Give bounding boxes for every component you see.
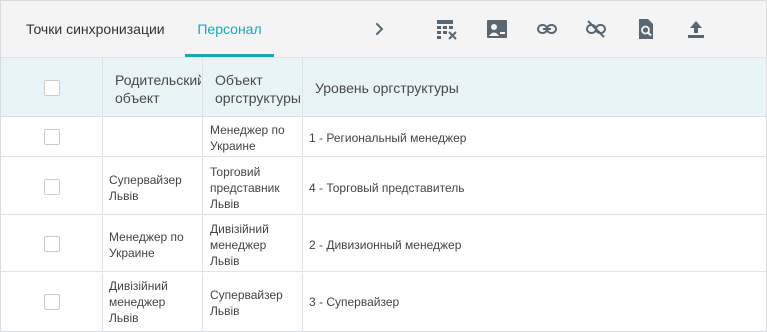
column-divider (102, 216, 103, 272)
cell-org-level: 3 - Супервайзер (309, 295, 400, 309)
table-header: Родительский объект Объект оргструктуры … (1, 58, 766, 117)
personnel-panel: Точки синхронизации Персонал Родительски… (0, 0, 767, 332)
document-search-icon[interactable] (635, 18, 657, 40)
cell-org-object: Супервайзер Львів (210, 288, 283, 318)
column-divider (202, 158, 203, 215)
column-divider (202, 117, 203, 157)
header-parent-object[interactable]: Родительский объект (115, 71, 201, 107)
cell-parent-object: Супервайзер Львів (109, 173, 182, 203)
column-divider (202, 216, 203, 272)
column-divider (302, 58, 303, 117)
column-divider (202, 58, 203, 117)
table-row[interactable]: Менеджер по Украине Дивізійний менеджер … (1, 216, 766, 272)
user-card-icon[interactable] (486, 18, 508, 40)
link-icon[interactable] (536, 18, 558, 40)
header-org-object[interactable]: Объект оргструктуры (215, 71, 301, 107)
unlink-icon[interactable] (585, 18, 607, 40)
cell-org-level: 2 - Дивизионный менеджер (309, 238, 462, 252)
cell-org-object: Менеджер по Украине (210, 123, 285, 153)
row-checkbox[interactable] (44, 236, 60, 252)
cell-org-level: 4 - Торговый представитель (309, 181, 465, 195)
row-checkbox[interactable] (44, 129, 60, 145)
column-divider (102, 117, 103, 157)
column-divider (302, 273, 303, 331)
row-checkbox[interactable] (44, 179, 60, 195)
cell-org-object: Торговий представник Львів (210, 165, 280, 211)
cell-parent-object: Дивізійний менеджер Львів (109, 279, 168, 325)
tab-sync-points[interactable]: Точки синхронизации (26, 1, 165, 58)
column-divider (302, 158, 303, 215)
upload-icon[interactable] (685, 18, 707, 40)
column-divider (102, 273, 103, 331)
tab-personnel[interactable]: Персонал (185, 1, 274, 58)
table-remove-icon[interactable] (436, 18, 458, 40)
table-row[interactable]: Менеджер по Украине 1 - Региональный мен… (1, 117, 766, 157)
cell-parent-object: Менеджер по Украине (109, 230, 184, 260)
column-divider (102, 158, 103, 215)
column-divider (302, 117, 303, 157)
table-row[interactable]: Супервайзер Львів Торговий представник Л… (1, 158, 766, 215)
cell-org-object: Дивізійний менеджер Львів (210, 222, 269, 268)
column-divider (102, 58, 103, 117)
header-org-level[interactable]: Уровень оргструктуры (315, 79, 615, 99)
column-divider (202, 273, 203, 331)
tab-bar: Точки синхронизации Персонал (1, 1, 766, 58)
chevron-right-icon[interactable] (371, 19, 389, 39)
row-checkbox[interactable] (44, 294, 60, 310)
cell-org-level: 1 - Региональный менеджер (309, 131, 467, 145)
table-row[interactable]: Дивізійний менеджер Львів Супервайзер Ль… (1, 273, 766, 331)
column-divider (302, 216, 303, 272)
select-all-checkbox[interactable] (44, 80, 60, 96)
